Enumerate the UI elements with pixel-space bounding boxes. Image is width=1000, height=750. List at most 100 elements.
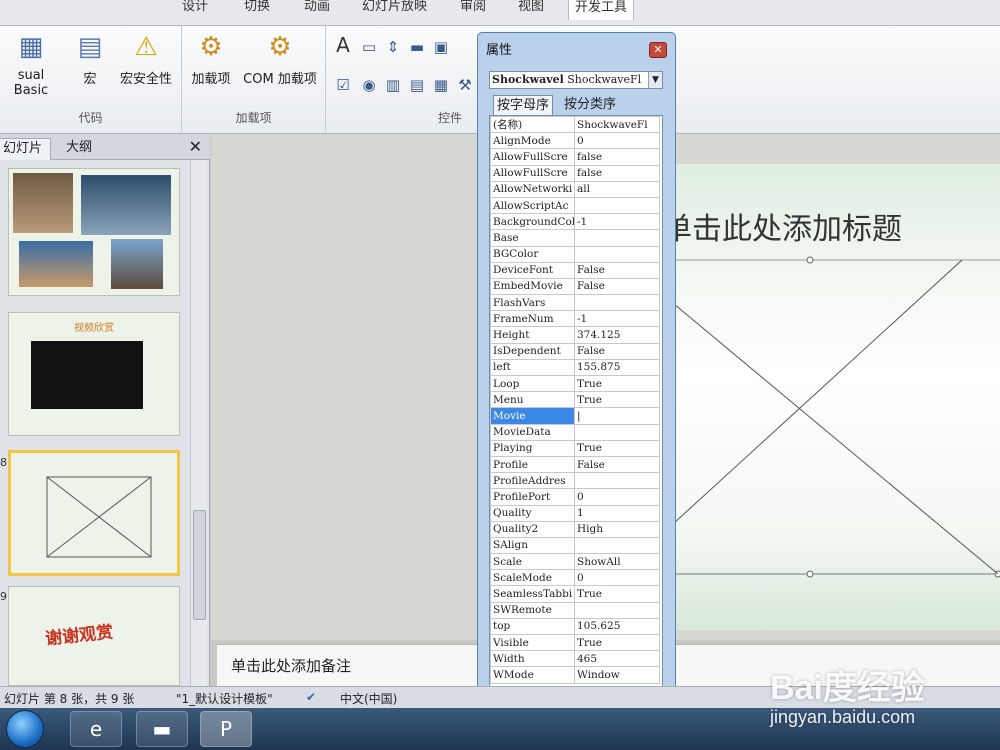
internet-explorer-icon[interactable]: e — [70, 711, 122, 747]
property-value[interactable]: 155.875 — [574, 358, 660, 377]
property-value[interactable] — [574, 472, 660, 490]
object-selector[interactable]: Shockwavel ShockwaveFl ▼ — [489, 71, 663, 89]
property-name[interactable]: EmbedMovie — [490, 277, 575, 296]
property-value[interactable]: High — [574, 520, 660, 538]
button-control-icon[interactable]: ▬ — [408, 38, 426, 56]
more-controls-icon[interactable]: ⚒ — [456, 76, 474, 94]
property-row[interactable]: Height 374.125 — [490, 326, 660, 344]
property-value[interactable]: True — [574, 391, 660, 409]
property-row[interactable]: AllowNetworki all — [490, 180, 660, 198]
tab-outline[interactable]: 大纲 — [58, 138, 100, 160]
scrollbar-control-icon[interactable]: ▦ — [432, 76, 450, 94]
property-name[interactable]: AlignMode — [490, 132, 575, 150]
slide-pane-scrollbar[interactable] — [190, 160, 207, 686]
property-name[interactable]: Movie — [490, 407, 575, 425]
property-name[interactable]: top — [490, 617, 575, 636]
slide-thumbnail[interactable] — [8, 168, 180, 296]
property-value[interactable]: Window — [574, 666, 660, 684]
folder-icon[interactable]: ▬ — [136, 711, 188, 747]
property-row[interactable]: ProfilePort 0 — [490, 488, 660, 506]
property-row[interactable]: left 155.875 — [490, 358, 660, 377]
property-row[interactable]: Width 465 — [490, 650, 660, 668]
property-row[interactable]: Scale ShowAll — [490, 553, 660, 571]
property-row[interactable]: (名称) ShockwaveFl — [490, 116, 660, 134]
property-row[interactable]: top 105.625 — [490, 617, 660, 636]
property-name[interactable]: AllowFullScre — [490, 164, 575, 182]
flash-object-placeholder[interactable] — [662, 164, 1000, 630]
chevron-down-icon[interactable]: ▼ — [648, 72, 662, 88]
property-value[interactable]: 465 — [574, 650, 660, 668]
scrollbar-thumb[interactable] — [193, 510, 206, 620]
property-value[interactable]: 0 — [574, 132, 660, 150]
property-value[interactable]: 0 — [574, 488, 660, 506]
tab-review[interactable]: 审阅 — [454, 0, 492, 20]
property-row[interactable]: AlignMode 0 — [490, 132, 660, 150]
property-row[interactable]: EmbedMovie False — [490, 277, 660, 296]
property-row[interactable]: Visible True — [490, 633, 660, 652]
addins-button[interactable]: ⚙ 加载项 — [186, 32, 236, 87]
close-button[interactable]: ✕ — [649, 42, 667, 58]
property-row[interactable]: SAlign — [490, 536, 660, 555]
property-value[interactable]: ShowAll — [574, 553, 660, 571]
property-value[interactable]: | — [574, 407, 660, 425]
theme-status[interactable]: "1_默认设计模板" — [176, 690, 273, 707]
tab-view[interactable]: 视图 — [512, 0, 550, 20]
property-name[interactable]: BGColor — [490, 245, 575, 263]
property-value[interactable]: False — [574, 261, 660, 279]
property-value[interactable]: 0 — [574, 569, 660, 587]
property-value[interactable]: 105.625 — [574, 617, 660, 636]
property-value[interactable]: all — [574, 180, 660, 198]
tab-slideshow[interactable]: 幻灯片放映 — [356, 0, 433, 20]
property-row[interactable]: BackgroundCol -1 — [490, 213, 660, 231]
label-control-icon[interactable]: A — [334, 35, 352, 55]
property-name[interactable]: (名称) — [490, 116, 575, 134]
property-value[interactable]: True — [574, 633, 660, 652]
tab-categorized[interactable]: 按分类序 — [561, 95, 619, 115]
slide-thumbnail-selected[interactable] — [8, 450, 180, 576]
spin-control-icon[interactable]: ⇕ — [384, 38, 402, 56]
property-row[interactable]: Playing True — [490, 439, 660, 457]
property-row[interactable]: Loop True — [490, 374, 660, 393]
image-control-icon[interactable]: ▣ — [432, 38, 450, 56]
property-name[interactable]: DeviceFont — [490, 261, 575, 279]
property-value[interactable]: -1 — [574, 310, 660, 328]
property-name[interactable]: WMode — [490, 666, 575, 684]
property-value[interactable] — [574, 196, 660, 215]
property-name[interactable]: SeamlessTabbi — [490, 585, 575, 603]
property-name[interactable]: Quality2 — [490, 520, 575, 538]
tab-design[interactable]: 设计 — [176, 0, 214, 20]
property-row[interactable]: ProfileAddres — [490, 472, 660, 490]
property-name[interactable]: MovieData — [490, 423, 575, 441]
tab-alphabetic[interactable]: 按字母序 — [493, 95, 554, 115]
property-row[interactable]: Quality2 High — [490, 520, 660, 538]
property-value[interactable] — [574, 423, 660, 441]
property-value[interactable]: False — [574, 455, 660, 474]
property-row[interactable]: Base — [490, 229, 660, 247]
property-name[interactable]: AllowScriptAc — [490, 196, 575, 215]
slide-thumbnail[interactable]: 谢谢观赏 — [8, 586, 180, 686]
language-status[interactable]: 中文(中国) — [340, 690, 397, 707]
property-name[interactable]: Profile — [490, 455, 575, 474]
slide-thumbnail[interactable]: 视频欣赏 — [8, 312, 180, 436]
property-value[interactable] — [574, 536, 660, 555]
property-name[interactable]: Quality — [490, 504, 575, 522]
property-name[interactable]: Visible — [490, 633, 575, 652]
properties-window[interactable]: 属性 ✕ Shockwavel ShockwaveFl ▼ 按字母序 按分类序 … — [477, 32, 676, 708]
property-value[interactable]: false — [574, 164, 660, 182]
property-row[interactable]: AllowFullScre false — [490, 164, 660, 182]
tab-transitions[interactable]: 切换 — [238, 0, 276, 20]
property-row[interactable]: IsDependent False — [490, 342, 660, 360]
property-row[interactable]: ScaleMode 0 — [490, 569, 660, 587]
property-name[interactable]: SAlign — [490, 536, 575, 555]
textbox-control-icon[interactable]: ▭ — [360, 38, 378, 56]
property-row[interactable]: Quality 1 — [490, 504, 660, 522]
property-grid[interactable]: (名称) ShockwaveFl AlignMode 0 AllowFullScre fa… — [489, 115, 663, 703]
property-name[interactable]: FrameNum — [490, 310, 575, 328]
property-name[interactable]: Menu — [490, 391, 575, 409]
property-name[interactable]: Width — [490, 650, 575, 668]
property-value[interactable]: 1 — [574, 504, 660, 522]
current-slide[interactable]: 单击此处添加标题 — [661, 164, 1000, 630]
property-name[interactable]: Loop — [490, 374, 575, 393]
property-name[interactable]: FlashVars — [490, 294, 575, 312]
property-row[interactable]: MovieData — [490, 423, 660, 441]
